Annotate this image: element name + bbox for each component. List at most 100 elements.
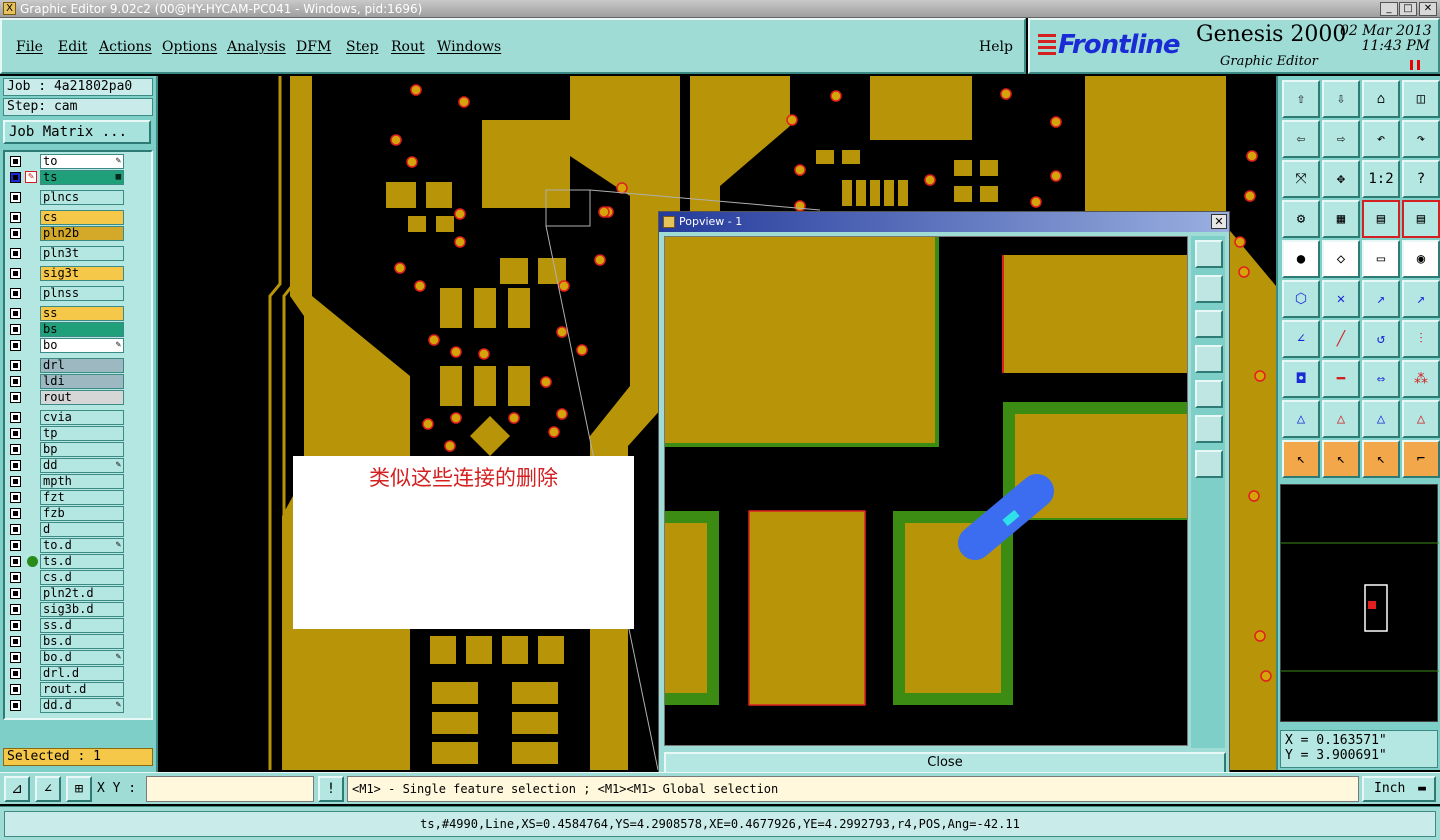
undo-icon[interactable]: ↶ xyxy=(1362,120,1400,158)
layer-name[interactable]: to.d ✎ xyxy=(40,538,124,553)
layer-row-mpth[interactable]: mpth xyxy=(5,474,149,489)
layer-name[interactable]: ss.d xyxy=(40,618,124,633)
zoom-home-icon[interactable]: ✥ xyxy=(1322,160,1360,198)
layer-row-cs-d[interactable]: cs.d xyxy=(5,570,149,585)
snap-icon[interactable]: ⊿ xyxy=(4,776,30,802)
pv-pan-down-icon[interactable] xyxy=(1195,310,1223,338)
layer-name[interactable]: ts.d xyxy=(40,554,124,569)
arrow-blue-icon[interactable]: ↗ xyxy=(1402,280,1440,318)
popview-canvas[interactable] xyxy=(664,236,1188,746)
layer-row-rout[interactable]: rout xyxy=(5,390,149,405)
arrow-red-icon[interactable]: ↗ xyxy=(1362,280,1400,318)
home-icon[interactable]: ⌂ xyxy=(1362,80,1400,118)
layer-name[interactable]: bs.d xyxy=(40,634,124,649)
layer-row-plnss[interactable]: plnss xyxy=(5,286,149,301)
layer-checkbox[interactable] xyxy=(10,308,21,319)
pv-pan-right-icon[interactable] xyxy=(1195,380,1223,408)
layer-name[interactable]: rout.d xyxy=(40,682,124,697)
layer-name[interactable]: rout xyxy=(40,390,124,405)
layer-checkbox[interactable] xyxy=(10,444,21,455)
zoom-fit-icon[interactable]: ⤧ xyxy=(1282,160,1320,198)
layer-row-ss-d[interactable]: ss.d xyxy=(5,618,149,633)
layer-row-plncs[interactable]: plncs xyxy=(5,190,149,205)
tri-d-icon[interactable]: △ xyxy=(1402,400,1440,438)
tools-icon[interactable]: ⚙ xyxy=(1282,200,1320,238)
layer-checkbox[interactable] xyxy=(10,508,21,519)
layer-row-fzb[interactable]: fzb xyxy=(5,506,149,521)
layer-row-bo[interactable]: bo ✎ xyxy=(5,338,149,353)
layer-checkbox[interactable] xyxy=(10,460,21,471)
affected-icon[interactable]: ✎ xyxy=(25,171,37,183)
measure-icon[interactable]: ⇔ xyxy=(1362,360,1400,398)
layer-row-pln2t-d[interactable]: pln2t.d xyxy=(5,586,149,601)
layer-checkbox[interactable] xyxy=(10,412,21,423)
layer-name[interactable]: drl xyxy=(40,358,124,373)
pv-zoom-in-icon[interactable] xyxy=(1195,240,1223,268)
layer-row-sig3b-d[interactable]: sig3b.d xyxy=(5,602,149,617)
layer-checkbox[interactable] xyxy=(10,652,21,663)
layer-row-pln3t[interactable]: pln3t xyxy=(5,246,149,261)
layer-checkbox[interactable] xyxy=(10,492,21,503)
menu-windows[interactable]: Windows xyxy=(437,39,501,55)
layer-row-bo-d[interactable]: bo.d ✎ xyxy=(5,650,149,665)
layer-row-bp[interactable]: bp xyxy=(5,442,149,457)
popview-title-bar[interactable]: Popview - 1 ✕ xyxy=(659,212,1229,232)
layer-checkbox[interactable] xyxy=(10,700,21,711)
angle-icon[interactable]: ∠ xyxy=(1282,320,1320,358)
arc-icon[interactable]: ↺ xyxy=(1362,320,1400,358)
layer-checkbox[interactable] xyxy=(10,360,21,371)
menu-analysis[interactable]: Analysis xyxy=(227,39,286,55)
unit-select[interactable]: Inch ▬ xyxy=(1362,776,1436,802)
layer-row-cvia[interactable]: cvia xyxy=(5,410,149,425)
traffic-red-icon[interactable]: ▤ xyxy=(1402,200,1440,238)
import-icon[interactable]: ⇦ xyxy=(1282,120,1320,158)
grid-icon[interactable]: ▦ xyxy=(1322,200,1360,238)
layer-row-bs-d[interactable]: bs.d xyxy=(5,634,149,649)
scale-icon[interactable]: 1:2 xyxy=(1362,160,1400,198)
layer-row-d[interactable]: d xyxy=(5,522,149,537)
layer-checkbox[interactable] xyxy=(10,156,21,167)
exclamation-button[interactable]: ! xyxy=(318,776,344,802)
menu-file[interactable]: File xyxy=(16,39,43,55)
layer-checkbox[interactable] xyxy=(10,268,21,279)
layer-checkbox[interactable] xyxy=(10,212,21,223)
minus-icon[interactable]: ━ xyxy=(1322,360,1360,398)
layer-checkbox[interactable] xyxy=(10,556,21,567)
group-icon[interactable]: ⁂ xyxy=(1402,360,1440,398)
layer-name[interactable]: mpth xyxy=(40,474,124,489)
xy-input[interactable] xyxy=(146,776,314,802)
sel-pad-icon[interactable]: ◘ xyxy=(1282,360,1320,398)
layer-row-to-d[interactable]: to.d ✎ xyxy=(5,538,149,553)
maximize-button[interactable]: □ xyxy=(1399,2,1417,16)
layer-checkbox[interactable] xyxy=(10,620,21,631)
pointer-icon[interactable]: ↖ xyxy=(1282,440,1320,478)
layer-name[interactable]: sig3t xyxy=(40,266,124,281)
angle-snap-icon[interactable]: ∠ xyxy=(35,776,61,802)
layer-checkbox[interactable] xyxy=(10,604,21,615)
tri-a-icon[interactable]: △ xyxy=(1282,400,1320,438)
layer-name[interactable]: bs xyxy=(40,322,124,337)
layer-checkbox[interactable] xyxy=(10,324,21,335)
layer-name[interactable]: bo.d ✎ xyxy=(40,650,124,665)
layer-name[interactable]: dd.d ✎ xyxy=(40,698,124,713)
layer-row-ldi[interactable]: ldi xyxy=(5,374,149,389)
layer-row-ss[interactable]: ss xyxy=(5,306,149,321)
layer-name[interactable]: pln2t.d xyxy=(40,586,124,601)
route-icon[interactable]: ⌐ xyxy=(1402,440,1440,478)
tri-c-icon[interactable]: △ xyxy=(1362,400,1400,438)
menu-actions[interactable]: Actions xyxy=(99,39,152,55)
layer-checkbox[interactable] xyxy=(10,392,21,403)
cross-icon[interactable]: ✕ xyxy=(1322,280,1360,318)
job-matrix-button[interactable]: Job Matrix ... xyxy=(3,120,151,144)
layer-checkbox[interactable] xyxy=(10,684,21,695)
layer-checkbox[interactable] xyxy=(10,476,21,487)
pv-home-icon[interactable] xyxy=(1195,450,1223,478)
layer-name[interactable]: ldi xyxy=(40,374,124,389)
open-icon[interactable]: ⇧ xyxy=(1282,80,1320,118)
menu-options[interactable]: Options xyxy=(162,39,217,55)
grid-snap-icon[interactable]: ⊞ xyxy=(66,776,92,802)
layer-checkbox[interactable] xyxy=(10,540,21,551)
layer-checkbox[interactable] xyxy=(10,588,21,599)
redo-icon[interactable]: ↷ xyxy=(1402,120,1440,158)
layer-row-cs[interactable]: cs xyxy=(5,210,149,225)
